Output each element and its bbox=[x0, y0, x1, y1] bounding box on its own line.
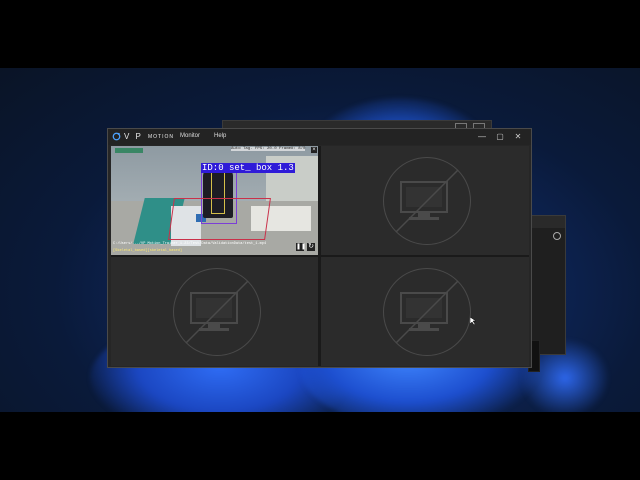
background-window-2[interactable] bbox=[530, 215, 566, 355]
monitor-cell-3[interactable] bbox=[111, 257, 318, 366]
monitor-cell-4[interactable] bbox=[321, 257, 529, 366]
monitor-off-icon bbox=[185, 280, 249, 344]
app-brand: V P bbox=[124, 132, 143, 141]
minimize-button[interactable]: — bbox=[475, 131, 489, 142]
monitor-grid: ID:0 set_ box 1.3 Auto Tag. FPS: 20.0 Fr… bbox=[111, 146, 529, 366]
menu-monitor[interactable]: Monitor bbox=[180, 133, 200, 139]
title-bar[interactable]: V P MOTION Monitor Help — ▢ ✕ bbox=[108, 129, 531, 145]
app-logo-icon bbox=[112, 132, 121, 141]
background-window-2-titlebar bbox=[531, 216, 565, 228]
monitor-cell-2[interactable] bbox=[321, 146, 529, 255]
video-header-text: Auto Tag. FPS: 20.0 Frame#: 8/0 bbox=[231, 147, 306, 151]
video-overlay-tag bbox=[115, 148, 143, 153]
letterbox-top bbox=[0, 0, 640, 68]
gear-icon[interactable] bbox=[553, 232, 561, 240]
monitor-off-icon bbox=[395, 169, 459, 233]
close-video-icon[interactable]: × bbox=[311, 147, 317, 153]
vp-motion-window[interactable]: V P MOTION Monitor Help — ▢ ✕ ID:0 set_ … bbox=[107, 128, 532, 368]
maximize-button[interactable]: ▢ bbox=[493, 131, 507, 142]
menu-help[interactable]: Help bbox=[214, 133, 226, 139]
file-path-text: C:/Users/.../VP Motion_Trainer_1.23/Test… bbox=[113, 242, 267, 246]
close-button[interactable]: ✕ bbox=[511, 131, 525, 142]
detection-label: ID:0 set_ box 1.3 bbox=[201, 163, 295, 173]
letterbox-bottom bbox=[0, 412, 640, 480]
refresh-button[interactable]: ↻ bbox=[307, 243, 315, 251]
app-brand-sub: MOTION bbox=[148, 134, 174, 140]
tags-text: [Skeletal_based][skeletal_based] bbox=[113, 249, 183, 253]
monitor-off-icon bbox=[395, 280, 459, 344]
mouse-cursor-icon bbox=[470, 317, 476, 325]
pause-button[interactable]: ❚❚ bbox=[296, 243, 306, 251]
monitor-cell-1[interactable]: ID:0 set_ box 1.3 Auto Tag. FPS: 20.0 Fr… bbox=[111, 146, 318, 255]
video-feed[interactable]: ID:0 set_ box 1.3 Auto Tag. FPS: 20.0 Fr… bbox=[111, 146, 318, 255]
